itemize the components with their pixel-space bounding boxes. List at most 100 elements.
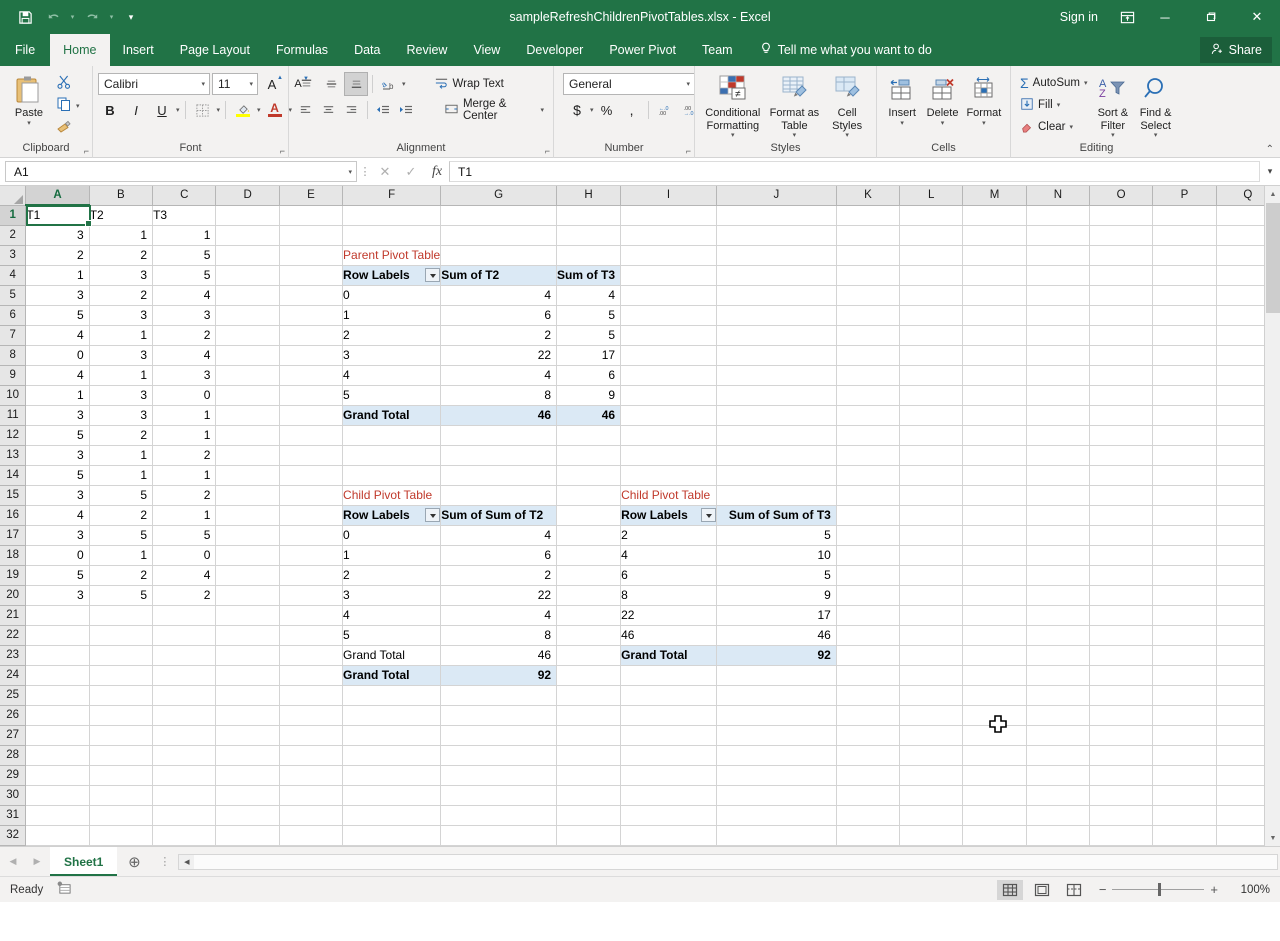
- cell-N14[interactable]: [1026, 465, 1089, 485]
- vertical-scrollbar[interactable]: ▲ ▼: [1264, 186, 1280, 846]
- row-header-30[interactable]: 30: [0, 785, 26, 805]
- cell-O16[interactable]: [1090, 505, 1153, 525]
- cell-K8[interactable]: [836, 345, 899, 365]
- cell-A21[interactable]: [26, 605, 89, 625]
- cell-I26[interactable]: [621, 705, 717, 725]
- column-header-h[interactable]: H: [557, 186, 621, 205]
- cell-A15[interactable]: 3: [26, 485, 89, 505]
- cell-O30[interactable]: [1090, 785, 1153, 805]
- cell-H25[interactable]: [557, 685, 621, 705]
- cell-K16[interactable]: [836, 505, 899, 525]
- row-header-28[interactable]: 28: [0, 745, 26, 765]
- cell-L15[interactable]: [900, 485, 963, 505]
- cell-G10[interactable]: 8: [441, 385, 557, 405]
- insert-function-icon[interactable]: fx: [425, 161, 449, 183]
- cell-D13[interactable]: [216, 445, 279, 465]
- cell-O1[interactable]: [1090, 205, 1153, 225]
- cell-A26[interactable]: [26, 705, 89, 725]
- save-icon[interactable]: [12, 5, 38, 29]
- cell-I9[interactable]: [621, 365, 717, 385]
- expand-formula-bar-icon[interactable]: ▾: [1262, 166, 1278, 177]
- cell-O17[interactable]: [1090, 525, 1153, 545]
- cell-D29[interactable]: [216, 765, 279, 785]
- cell-P14[interactable]: [1153, 465, 1216, 485]
- cell-P24[interactable]: [1153, 665, 1216, 685]
- cell-E20[interactable]: [279, 585, 342, 605]
- cell-O19[interactable]: [1090, 565, 1153, 585]
- insert-cells-dropdown-icon[interactable]: ▾: [900, 120, 904, 128]
- cell-E17[interactable]: [279, 525, 342, 545]
- column-header-b[interactable]: B: [89, 186, 152, 205]
- cell-H17[interactable]: [557, 525, 621, 545]
- row-header-22[interactable]: 22: [0, 625, 26, 645]
- zoom-out-button[interactable]: −: [1099, 882, 1107, 897]
- cell-B21[interactable]: [89, 605, 152, 625]
- cell-N26[interactable]: [1026, 705, 1089, 725]
- cell-P10[interactable]: [1153, 385, 1216, 405]
- cell-N19[interactable]: [1026, 565, 1089, 585]
- cell-J8[interactable]: [716, 345, 836, 365]
- cell-G4[interactable]: Sum of T2: [441, 265, 557, 285]
- cell-L23[interactable]: [900, 645, 963, 665]
- cell-O10[interactable]: [1090, 385, 1153, 405]
- restore-button[interactable]: [1188, 0, 1234, 34]
- undo-dropdown-icon[interactable]: ▾: [68, 5, 77, 29]
- underline-button[interactable]: U: [150, 98, 174, 122]
- cell-L2[interactable]: [900, 225, 963, 245]
- cell-B12[interactable]: 2: [89, 425, 152, 445]
- cell-D2[interactable]: [216, 225, 279, 245]
- name-box[interactable]: A1 ▾: [5, 161, 357, 182]
- cell-J7[interactable]: [716, 325, 836, 345]
- cell-M1[interactable]: [963, 205, 1026, 225]
- close-button[interactable]: ✕: [1234, 0, 1280, 34]
- cell-O14[interactable]: [1090, 465, 1153, 485]
- number-format-combo[interactable]: General ▾: [563, 73, 695, 95]
- cell-G19[interactable]: 2: [441, 565, 557, 585]
- cell-P2[interactable]: [1153, 225, 1216, 245]
- cell-D10[interactable]: [216, 385, 279, 405]
- record-macro-icon[interactable]: [57, 881, 72, 898]
- cell-D31[interactable]: [216, 805, 279, 825]
- cell-K10[interactable]: [836, 385, 899, 405]
- cell-G3[interactable]: [441, 245, 557, 265]
- cell-M27[interactable]: [963, 725, 1026, 745]
- cell-A5[interactable]: 3: [26, 285, 89, 305]
- tab-developer[interactable]: Developer: [513, 34, 596, 66]
- row-header-4[interactable]: 4: [0, 265, 26, 285]
- cell-E9[interactable]: [279, 365, 342, 385]
- align-bottom-icon[interactable]: [344, 72, 368, 96]
- cell-A14[interactable]: 5: [26, 465, 89, 485]
- cell-B10[interactable]: 3: [89, 385, 152, 405]
- cell-L17[interactable]: [900, 525, 963, 545]
- cell-F8[interactable]: 3: [343, 345, 441, 365]
- cell-J15[interactable]: [716, 485, 836, 505]
- cell-H30[interactable]: [557, 785, 621, 805]
- cell-G22[interactable]: 8: [441, 625, 557, 645]
- cell-J16[interactable]: Sum of Sum of T3: [716, 505, 836, 525]
- cell-E19[interactable]: [279, 565, 342, 585]
- cell-C14[interactable]: 1: [153, 465, 216, 485]
- cell-K2[interactable]: [836, 225, 899, 245]
- number-format-dropdown-icon[interactable]: ▾: [686, 80, 690, 88]
- cell-B27[interactable]: [89, 725, 152, 745]
- cell-G31[interactable]: [441, 805, 557, 825]
- cell-D28[interactable]: [216, 745, 279, 765]
- cell-L24[interactable]: [900, 665, 963, 685]
- cell-G20[interactable]: 22: [441, 585, 557, 605]
- cell-O2[interactable]: [1090, 225, 1153, 245]
- cell-H19[interactable]: [557, 565, 621, 585]
- cell-O25[interactable]: [1090, 685, 1153, 705]
- cell-H26[interactable]: [557, 705, 621, 725]
- cell-H2[interactable]: [557, 225, 621, 245]
- cell-M7[interactable]: [963, 325, 1026, 345]
- cell-C31[interactable]: [153, 805, 216, 825]
- cell-F23[interactable]: Grand Total: [343, 645, 441, 665]
- cell-K22[interactable]: [836, 625, 899, 645]
- cell-P6[interactable]: [1153, 305, 1216, 325]
- cell-C25[interactable]: [153, 685, 216, 705]
- cell-P27[interactable]: [1153, 725, 1216, 745]
- cell-F9[interactable]: 4: [343, 365, 441, 385]
- cell-J22[interactable]: 46: [716, 625, 836, 645]
- cell-L5[interactable]: [900, 285, 963, 305]
- page-layout-view-icon[interactable]: [1029, 880, 1055, 900]
